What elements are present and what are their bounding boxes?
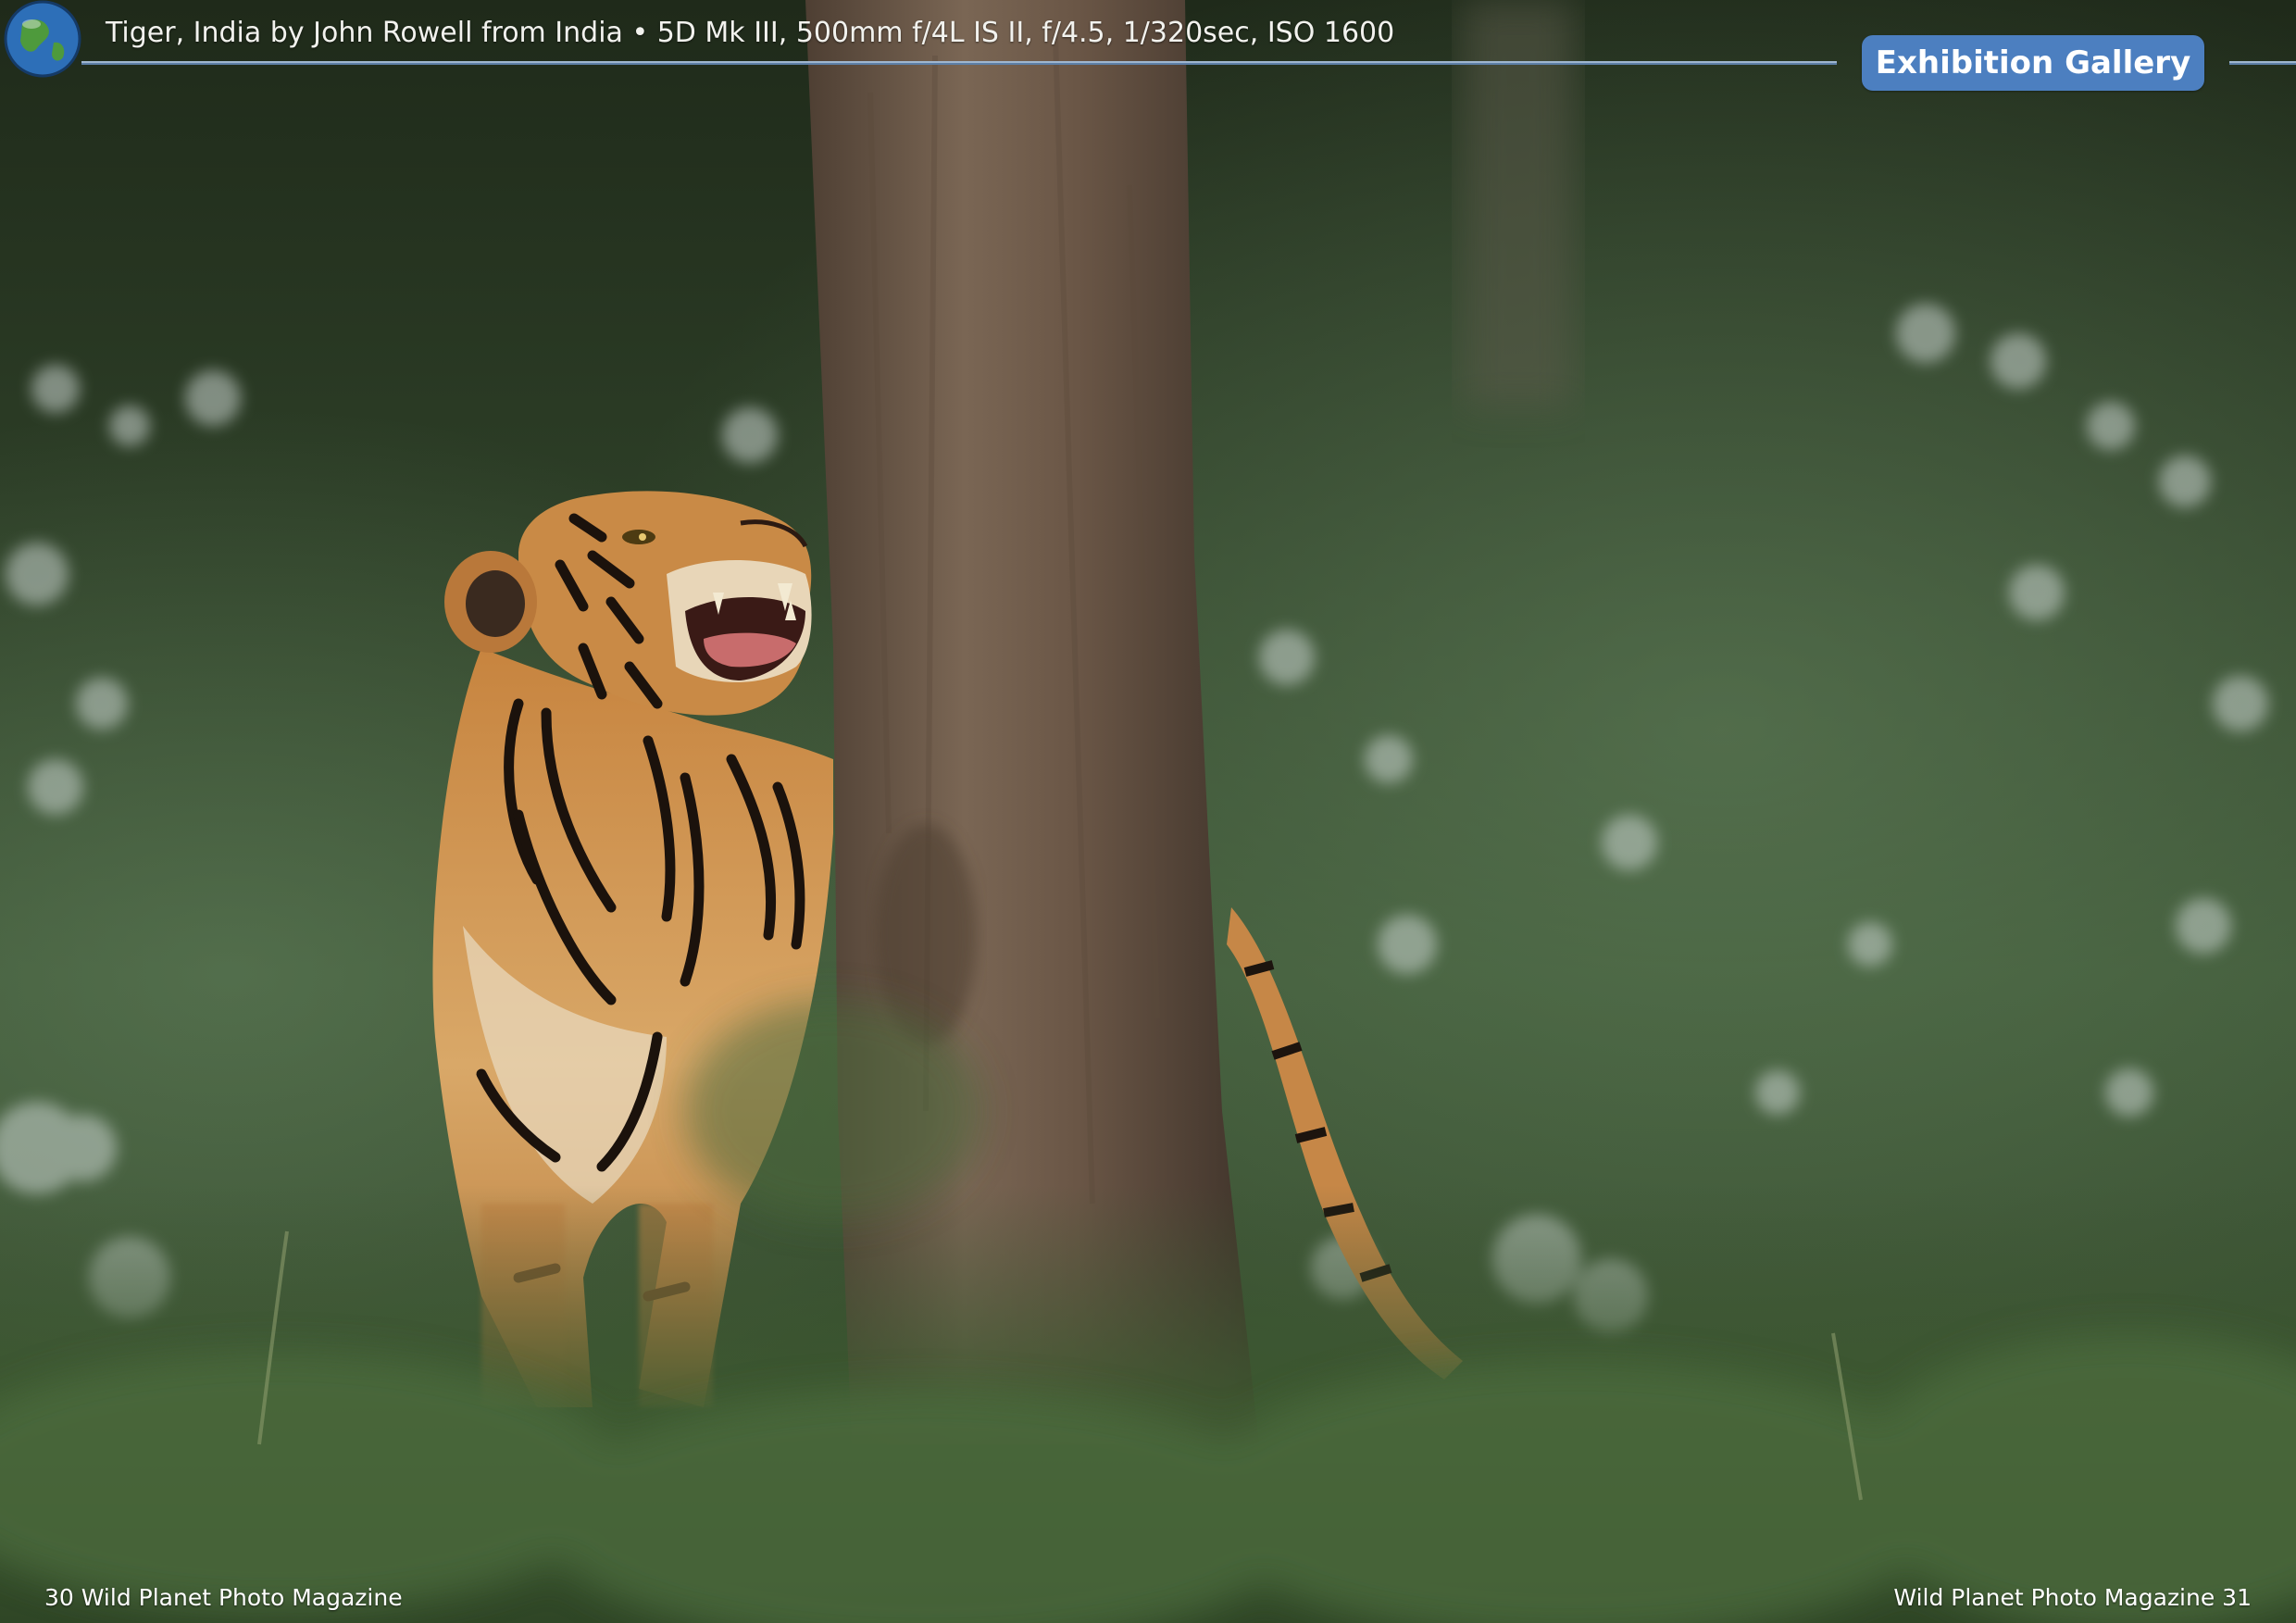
header-divider [81, 61, 1837, 65]
exhibition-gallery-badge: Exhibition Gallery [1862, 35, 2204, 91]
header-divider-right [2229, 61, 2296, 65]
page-number-right: Wild Planet Photo Magazine 31 [1893, 1584, 2252, 1611]
photo-caption: Tiger, India by John Rowell from India •… [106, 17, 1395, 49]
globe-icon [4, 0, 81, 78]
tiger-photograph [0, 0, 2296, 1623]
page-number-left: 30 Wild Planet Photo Magazine [44, 1584, 403, 1611]
page-header: Tiger, India by John Rowell from India •… [0, 0, 2296, 91]
